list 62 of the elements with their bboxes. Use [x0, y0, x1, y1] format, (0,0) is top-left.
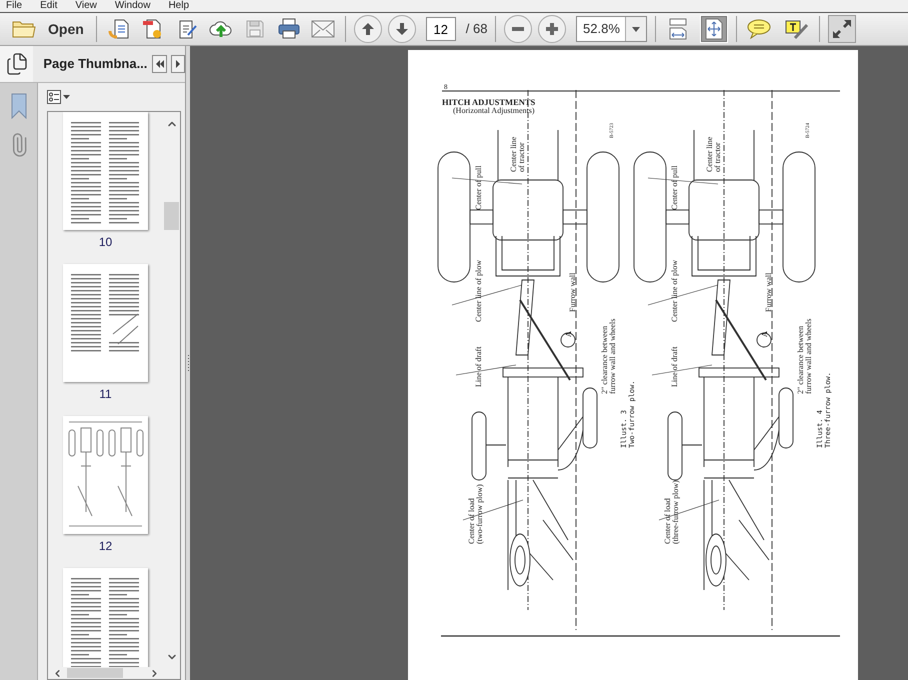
- scroll-thumb[interactable]: [67, 668, 123, 678]
- menu-item[interactable]: Help: [168, 0, 190, 12]
- diagram-label: Center line of plow: [670, 260, 679, 322]
- right-triangle-icon: [174, 60, 181, 68]
- menu-item[interactable]: Window: [114, 0, 150, 12]
- diagram-label: Center of pull: [474, 166, 483, 210]
- expand-arrows-icon: [832, 19, 852, 39]
- zoom-in-button[interactable]: [538, 15, 566, 43]
- zoom-value: 52.8%: [582, 20, 621, 38]
- page-thumbnail-label: 11: [99, 387, 112, 401]
- diagram-label: Line of draft: [670, 346, 679, 387]
- document-arrow-icon: [108, 18, 130, 40]
- diagram-label: Center line of tractor: [509, 136, 526, 172]
- open-button[interactable]: Open: [8, 15, 88, 43]
- collapse-panel-button[interactable]: [152, 55, 167, 73]
- diagram-label: Center line of tractor: [705, 136, 722, 172]
- callout-marker: A: [760, 331, 769, 337]
- fit-width-icon: [669, 18, 688, 40]
- zoom-out-button[interactable]: [504, 15, 532, 43]
- next-page-button[interactable]: [388, 15, 416, 43]
- envelope-icon: [310, 20, 335, 38]
- diagram-label: Center of load (three-furrow plow): [663, 480, 680, 544]
- pages-icon[interactable]: [4, 52, 29, 76]
- page-heading: HITCH ADJUSTMENTS: [442, 97, 536, 107]
- list-options-icon: [47, 90, 61, 104]
- page-thumbnail-label: 12: [98, 539, 112, 553]
- diagram-label: Center of load (two-furrow plow): [467, 484, 484, 544]
- callout-marker: A: [564, 331, 573, 337]
- zoom-dropdown[interactable]: 52.8%: [576, 16, 648, 42]
- printer-icon: [276, 18, 301, 40]
- menu-item[interactable]: Edit: [40, 0, 58, 12]
- plus-icon: [545, 22, 560, 36]
- folder-icon: [12, 19, 36, 39]
- fit-page-button[interactable]: [700, 15, 728, 43]
- diagram-label: 2" clearance between furrow wall and wheels: [796, 318, 813, 394]
- diagram-label: Center line of plow: [474, 260, 483, 322]
- diagram-label: 2" clearance between furrow wall and wheels: [600, 318, 617, 394]
- arrow-up-icon: [360, 22, 375, 36]
- page-thumbnail-label: 10: [98, 235, 112, 249]
- panel-title: Page Thumbna...: [43, 55, 148, 74]
- arrow-down-icon: [394, 22, 409, 36]
- fit-page-icon: [705, 18, 724, 40]
- text-pen-icon: [785, 18, 810, 40]
- previous-page-button[interactable]: [354, 15, 382, 43]
- diagram-label: Center of pull: [670, 166, 679, 210]
- full-screen-button[interactable]: [828, 15, 856, 43]
- document-star-icon: [142, 18, 164, 40]
- caret-icon: [63, 95, 70, 99]
- page-total: / 68: [466, 20, 488, 38]
- diagram-label: Furrow wall: [568, 272, 577, 312]
- page-subheading: (Horizontal Adjustments): [453, 106, 535, 115]
- caret-icon: [632, 26, 640, 32]
- expand-panel-button[interactable]: [170, 55, 185, 73]
- page-number-field[interactable]: 12: [426, 17, 456, 41]
- scroll-thumb[interactable]: [164, 202, 179, 230]
- menu-item[interactable]: File: [6, 0, 22, 12]
- speech-bubble-icon: [747, 19, 772, 39]
- cloud-upload-icon: [208, 19, 233, 39]
- menu-item[interactable]: View: [75, 0, 97, 12]
- double-left-icon: [154, 60, 165, 68]
- diagram-label: Line of draft: [474, 346, 483, 387]
- diagram-label: Furrow wall: [764, 272, 773, 312]
